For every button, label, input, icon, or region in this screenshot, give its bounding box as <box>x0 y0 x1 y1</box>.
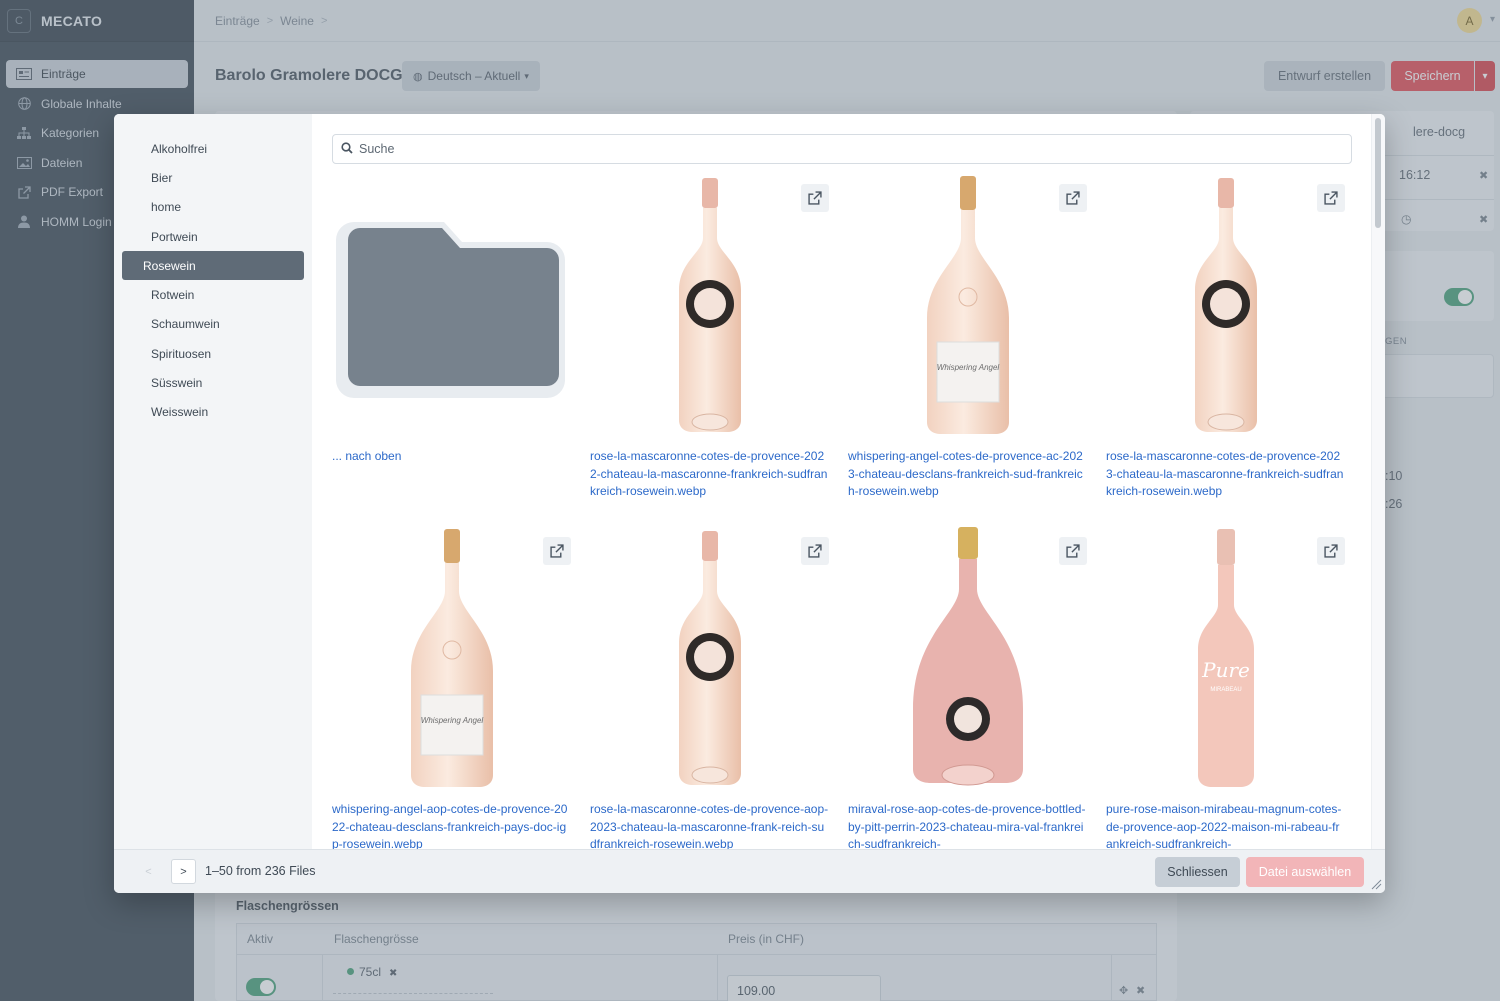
app-root: C MECATO Einträge Globale Inhalte Kategori… <box>0 0 1500 1001</box>
external-link-icon[interactable] <box>1059 537 1087 565</box>
file-tile[interactable]: Pure MIRABEAU pure-rose-maison-mirabeau-ma… <box>1106 525 1346 849</box>
source-item-bier[interactable]: Bier <box>122 163 304 192</box>
external-link-icon[interactable] <box>801 537 829 565</box>
file-thumbnail <box>590 525 830 795</box>
folder-up-tile[interactable]: ... nach oben <box>332 172 572 500</box>
file-name-link[interactable]: pure-rose-maison-mirabeau-magnum-cotes-d… <box>1106 801 1346 849</box>
file-tile[interactable]: miraval-rose-aop-cotes-de-provence-bottl… <box>848 525 1088 849</box>
source-item-rotwein[interactable]: Rotwein <box>122 280 304 309</box>
file-tile[interactable]: Whispering Angel whispering-angel-cotes-d… <box>848 172 1088 500</box>
source-item-süsswein[interactable]: Süsswein <box>122 368 304 397</box>
asset-grid: ... nach oben rose-la-mascaronne-cotes-d… <box>332 172 1372 849</box>
folder-thumbnail <box>332 172 572 442</box>
file-name-link[interactable]: whispering-angel-aop-cotes-de-provence-2… <box>332 801 572 849</box>
file-name-link[interactable]: rose-la-mascaronne-cotes-de-provence-aop… <box>590 801 830 849</box>
source-item-schaumwein[interactable]: Schaumwein <box>122 310 304 339</box>
file-thumbnail: Whispering Angel <box>848 172 1088 442</box>
source-item-weisswein[interactable]: Weisswein <box>122 398 304 427</box>
modal-sources-sidebar: Alkoholfrei Bier home Portwein Rosewein Rotwe… <box>114 114 312 849</box>
source-item-portwein[interactable]: Portwein <box>122 222 304 251</box>
file-name-link[interactable]: miraval-rose-aop-cotes-de-provence-bottl… <box>848 801 1088 849</box>
external-link-icon[interactable] <box>1317 537 1345 565</box>
file-tile[interactable]: Whispering Angel whispering-angel-aop-cot… <box>332 525 572 849</box>
file-tile[interactable]: rose-la-mascaronne-cotes-de-provence-202… <box>1106 172 1346 500</box>
file-name-link[interactable]: whispering-angel-cotes-de-provence-ac-20… <box>848 448 1088 500</box>
file-thumbnail <box>848 525 1088 795</box>
file-tile[interactable]: rose-la-mascaronne-cotes-de-provence-aop… <box>590 525 830 849</box>
search-placeholder: Suche <box>359 142 395 156</box>
file-thumbnail: Pure MIRABEAU <box>1106 525 1346 795</box>
close-button[interactable]: Schliessen <box>1155 857 1240 887</box>
next-page-button[interactable]: > <box>171 859 196 884</box>
file-thumbnail <box>1106 172 1346 442</box>
select-file-button[interactable]: Datei auswählen <box>1246 857 1364 887</box>
folder-icon <box>336 222 565 398</box>
folder-up-link[interactable]: ... nach oben <box>332 449 401 463</box>
file-name-link[interactable]: rose-la-mascaronne-cotes-de-provence-202… <box>590 448 830 500</box>
modal-scrollbar[interactable] <box>1371 114 1385 849</box>
scrollbar-thumb[interactable] <box>1375 118 1381 228</box>
file-tile[interactable]: rose-la-mascaronne-cotes-de-provence-202… <box>590 172 830 500</box>
svg-text:Whispering Angel: Whispering Angel <box>421 716 484 725</box>
file-thumbnail: Whispering Angel <box>332 525 572 795</box>
source-item-alkoholfrei[interactable]: Alkoholfrei <box>122 134 304 163</box>
svg-text:Pure: Pure <box>1201 658 1250 682</box>
asset-selector-modal: Alkoholfrei Bier home Portwein Rosewein Rotwe… <box>114 114 1385 893</box>
external-link-icon[interactable] <box>543 537 571 565</box>
file-name-link[interactable]: rose-la-mascaronne-cotes-de-provence-202… <box>1106 448 1346 500</box>
external-link-icon[interactable] <box>1317 184 1345 212</box>
pagination-info: 1–50 from 236 Files <box>205 864 316 878</box>
resize-handle-icon[interactable] <box>1370 878 1382 890</box>
source-item-spirituosen[interactable]: Spirituosen <box>122 339 304 368</box>
search-input[interactable]: Suche <box>332 134 1352 164</box>
modal-footer: < > 1–50 from 236 Files Schliessen Datei… <box>114 849 1385 893</box>
svg-text:Whispering Angel: Whispering Angel <box>937 363 1000 372</box>
search-icon <box>341 141 353 157</box>
source-item-home[interactable]: home <box>122 193 304 222</box>
external-link-icon[interactable] <box>801 184 829 212</box>
previous-page-button[interactable]: < <box>136 859 161 884</box>
file-thumbnail <box>590 172 830 442</box>
svg-text:MIRABEAU: MIRABEAU <box>1210 687 1241 693</box>
source-item-rosewein[interactable]: Rosewein <box>122 251 304 281</box>
external-link-icon[interactable] <box>1059 184 1087 212</box>
sources-list: Alkoholfrei Bier home Portwein Rosewein Rotwe… <box>114 114 312 427</box>
